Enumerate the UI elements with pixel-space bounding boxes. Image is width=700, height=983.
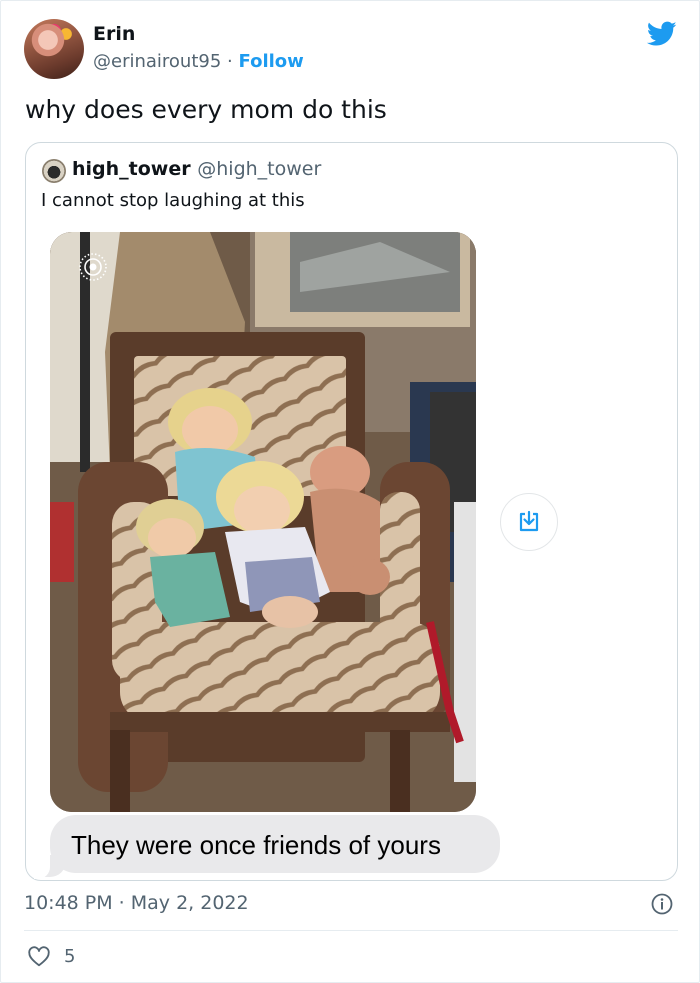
heart-icon[interactable]: [28, 946, 50, 968]
twitter-bird-icon[interactable]: [647, 21, 677, 47]
author-avatar[interactable]: [24, 19, 84, 79]
tweet-text: why does every mom do this: [25, 95, 387, 124]
download-button[interactable]: [500, 493, 558, 551]
author-handle[interactable]: @erinairout95: [93, 51, 221, 72]
like-count: 5: [64, 946, 76, 967]
follow-button[interactable]: Follow: [239, 51, 304, 72]
author-name[interactable]: Erin: [93, 23, 135, 45]
tweet-timestamp[interactable]: 10:48 PM · May 2, 2022: [24, 892, 249, 914]
handle-separator: ·: [227, 51, 233, 72]
quoted-author-name[interactable]: high_tower: [72, 158, 191, 180]
quoted-tweet-text: I cannot stop laughing at this: [41, 190, 305, 211]
doll-chair-illustration: [50, 232, 476, 812]
quoted-author-avatar[interactable]: [42, 159, 66, 183]
quoted-author-line: high_tower @high_tower: [72, 158, 321, 180]
message-bubble-text: They were once friends of yours: [71, 830, 441, 860]
divider: [24, 930, 678, 931]
info-icon[interactable]: [651, 893, 673, 915]
live-photo-icon[interactable]: [78, 252, 108, 282]
quoted-tweet[interactable]: high_tower @high_tower I cannot stop lau…: [25, 142, 678, 881]
quoted-author-handle[interactable]: @high_tower: [197, 158, 321, 180]
quoted-photo[interactable]: [50, 232, 476, 812]
author-handle-line: @erinairout95 · Follow: [93, 51, 304, 72]
download-icon: [519, 510, 539, 532]
tweet-card: Erin @erinairout95 · Follow why does eve…: [0, 0, 700, 983]
